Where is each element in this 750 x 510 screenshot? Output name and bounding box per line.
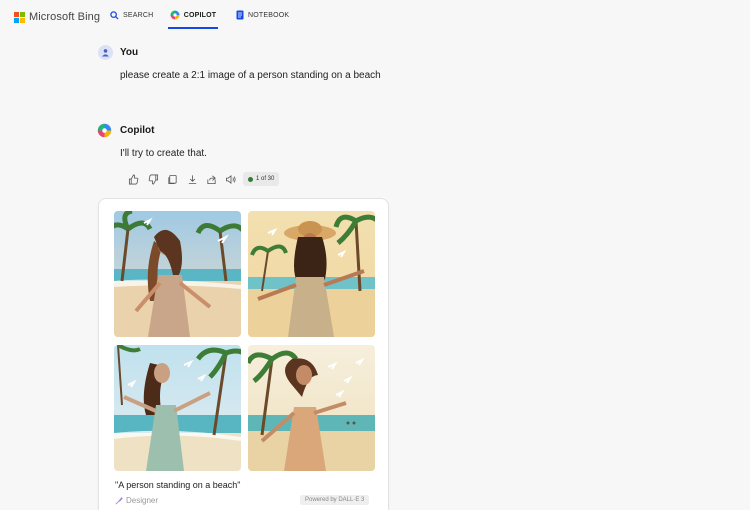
- tab-copilot[interactable]: COPILOT: [168, 0, 218, 30]
- user-icon: [102, 49, 109, 57]
- tab-notebook[interactable]: NOTEBOOK: [236, 0, 289, 30]
- beach-image-3[interactable]: [114, 345, 241, 471]
- designer-label: Designer: [126, 496, 159, 505]
- designer-icon: [115, 496, 123, 505]
- tab-copilot-label: COPILOT: [183, 11, 217, 19]
- copy-icon[interactable]: [163, 172, 183, 186]
- response-counter-label: 1 of 30: [256, 176, 275, 182]
- beach-image-2[interactable]: [248, 211, 375, 337]
- active-tab-indicator: [168, 27, 218, 29]
- user-avatar: [98, 45, 113, 60]
- beach-image-4[interactable]: [248, 345, 375, 471]
- copilot-logo-icon: [97, 123, 112, 138]
- search-icon: [110, 10, 119, 20]
- bing-logo[interactable]: Microsoft Bing: [14, 11, 100, 23]
- user-message: please create a 2:1 image of a person st…: [120, 70, 381, 81]
- response-counter: 1 of 30: [243, 172, 280, 186]
- message-actions: 1 of 30: [124, 172, 280, 186]
- tab-search-label: SEARCH: [123, 11, 154, 19]
- tab-notebook-label: NOTEBOOK: [248, 11, 290, 19]
- microsoft-logo-icon: [14, 11, 25, 23]
- powered-by-badge: Powered by DALL·E 3: [300, 495, 370, 505]
- speaker-icon[interactable]: [222, 172, 242, 186]
- beach-image-1[interactable]: [114, 211, 241, 337]
- tab-search[interactable]: SEARCH: [110, 0, 153, 30]
- thumbs-down-icon[interactable]: [144, 172, 164, 186]
- top-header: Microsoft Bing SEARCH COPILOT NOTEBOOK: [0, 0, 750, 30]
- copilot-name: Copilot: [120, 125, 155, 136]
- copilot-message: I'll try to create that.: [120, 148, 207, 159]
- user-name: You: [120, 47, 139, 58]
- copilot-icon: [170, 10, 180, 20]
- image-caption: "A person standing on a beach": [115, 480, 241, 490]
- notebook-icon: [236, 10, 244, 20]
- logo-text: Microsoft Bing: [29, 11, 101, 23]
- thumbs-up-icon[interactable]: [124, 172, 144, 186]
- copilot-avatar: [97, 123, 112, 138]
- designer-link[interactable]: Designer: [115, 496, 158, 505]
- share-icon[interactable]: [202, 172, 222, 186]
- image-result-card: "A person standing on a beach" Designer …: [98, 198, 389, 510]
- status-dot: [248, 176, 253, 182]
- download-icon[interactable]: [183, 172, 203, 186]
